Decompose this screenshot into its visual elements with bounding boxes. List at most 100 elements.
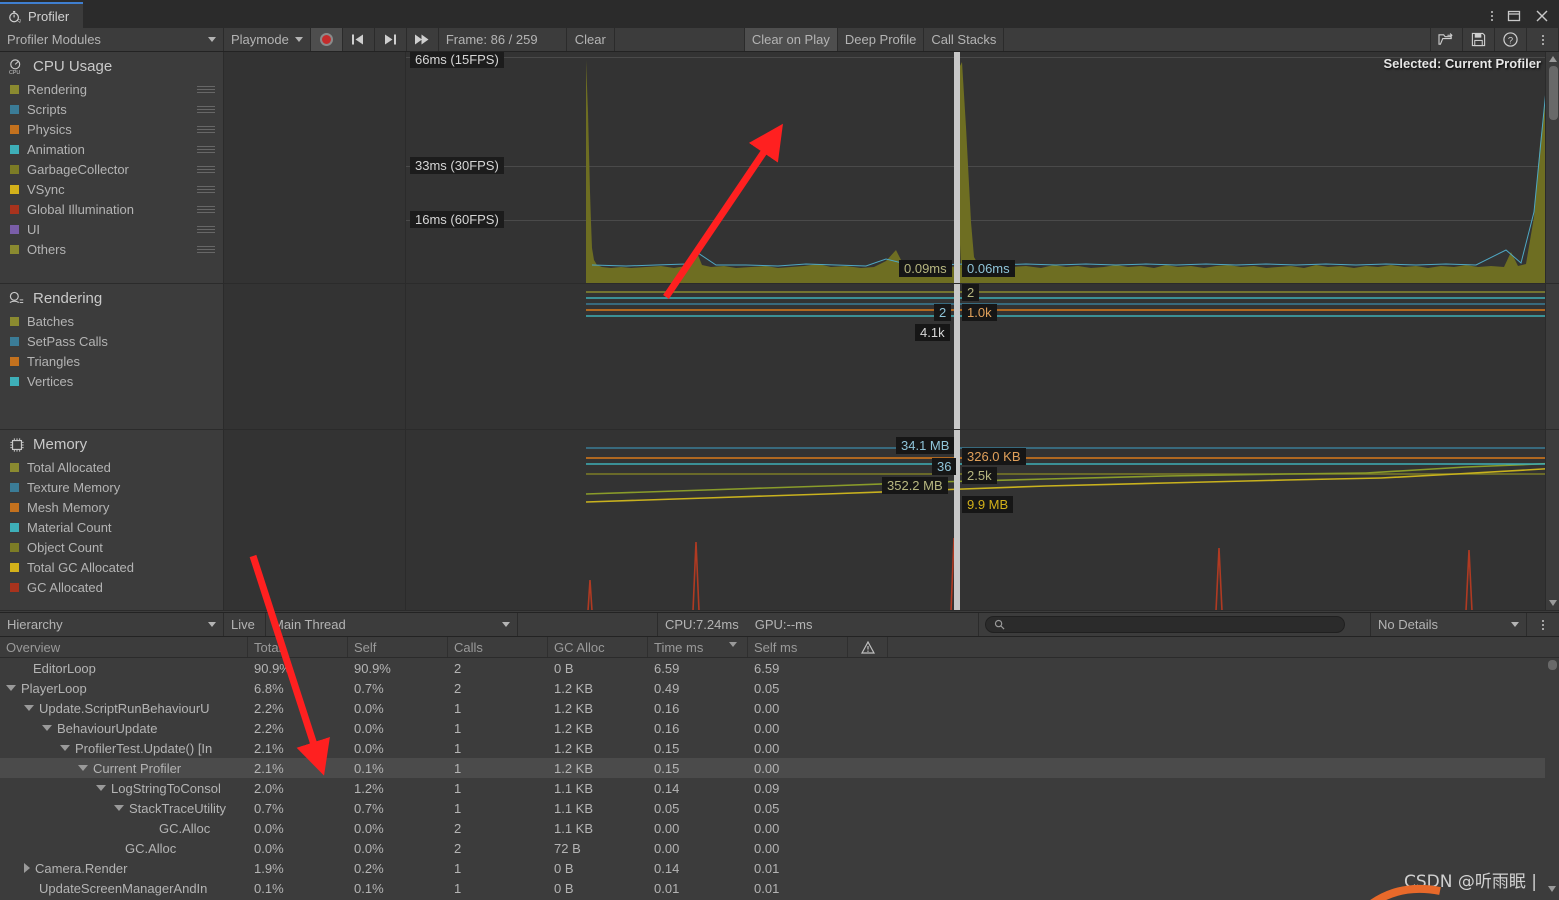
rendering-chart[interactable]: 2 2 1.0k 4.1k <box>406 284 1559 429</box>
load-profile-button[interactable] <box>1431 28 1463 51</box>
scroll-down-icon[interactable] <box>1549 600 1557 606</box>
row-name-cell[interactable]: GC.Alloc <box>0 821 248 836</box>
close-icon[interactable] <box>1535 9 1549 23</box>
row-name-cell[interactable]: PlayerLoop <box>0 681 248 696</box>
playmode-dropdown[interactable]: Playmode <box>224 28 311 51</box>
record-button[interactable] <box>310 28 343 51</box>
frame-playhead[interactable] <box>954 52 960 283</box>
charts-vertical-scrollbar-bottom[interactable] <box>1545 430 1559 610</box>
counter-garbagecollector[interactable]: GarbageCollector <box>0 159 223 179</box>
table-row[interactable]: LogStringToConsol 2.0% 1.2% 1 1.1 KB 0.1… <box>0 778 1559 798</box>
details-options-button[interactable] <box>1527 613 1559 636</box>
deep-profile-toggle[interactable]: Deep Profile <box>838 28 925 51</box>
counter-mesh-memory[interactable]: Mesh Memory <box>0 497 223 517</box>
table-row[interactable]: Update.ScriptRunBehaviourU 2.2% 0.0% 1 1… <box>0 698 1559 718</box>
table-row[interactable]: EditorLoop 90.9% 90.9% 2 0 B 6.59 6.59 <box>0 658 1559 678</box>
drag-handle-icon[interactable] <box>197 105 215 114</box>
scroll-down-icon[interactable] <box>1548 886 1556 892</box>
table-row[interactable]: UpdateScreenManagerAndIn 0.1% 0.1% 1 0 B… <box>0 878 1559 898</box>
row-name-cell[interactable]: LogStringToConsol <box>0 781 248 796</box>
frame-playhead[interactable] <box>954 284 960 429</box>
row-name-cell[interactable]: GC.Alloc <box>0 841 248 856</box>
last-frame-button[interactable] <box>407 28 439 51</box>
table-row[interactable]: GC.Alloc 0.0% 0.0% 2 1.1 KB 0.00 0.00 <box>0 818 1559 838</box>
scrollbar-thumb[interactable] <box>1549 66 1558 120</box>
table-row[interactable]: ProfilerTest.Update() [In 2.1% 0.0% 1 1.… <box>0 738 1559 758</box>
scroll-up-icon[interactable] <box>1549 56 1557 62</box>
drag-handle-icon[interactable] <box>197 225 215 234</box>
rendering-header[interactable]: Rendering <box>0 288 223 311</box>
table-row[interactable]: Camera.Render 1.9% 0.2% 1 0 B 0.14 0.01 <box>0 858 1559 878</box>
counter-physics[interactable]: Physics <box>0 119 223 139</box>
expand-toggle[interactable] <box>78 765 88 771</box>
details-mode-dropdown[interactable]: No Details <box>1371 613 1527 636</box>
call-stacks-toggle[interactable]: Call Stacks <box>924 28 1005 51</box>
counter-object-count[interactable]: Object Count <box>0 537 223 557</box>
counter-global-illumination[interactable]: Global Illumination <box>0 199 223 219</box>
table-row[interactable]: PlayerLoop 6.8% 0.7% 2 1.2 KB 0.49 0.05 <box>0 678 1559 698</box>
expand-toggle[interactable] <box>114 805 124 811</box>
memory-chart[interactable]: 34.1 MB 326.0 KB 36 2.5k 352.2 MB 9.9 MB <box>406 430 1559 610</box>
drag-handle-icon[interactable] <box>197 205 215 214</box>
row-name-cell[interactable]: EditorLoop <box>0 661 248 676</box>
column-header-total[interactable]: Total <box>248 637 348 657</box>
table-row-selected[interactable]: Current Profiler 2.1% 0.1% 1 1.2 KB 0.15… <box>0 758 1559 778</box>
column-header-overview[interactable]: Overview <box>0 637 248 657</box>
table-row[interactable]: StackTraceUtility 0.7% 0.7% 1 1.1 KB 0.0… <box>0 798 1559 818</box>
counter-material-count[interactable]: Material Count <box>0 517 223 537</box>
row-name-cell[interactable]: Update.ScriptRunBehaviourU <box>0 701 248 716</box>
search-input[interactable] <box>1010 617 1336 632</box>
counter-rendering[interactable]: Rendering <box>0 79 223 99</box>
row-name-cell[interactable]: StackTraceUtility <box>0 801 248 816</box>
drag-handle-icon[interactable] <box>197 145 215 154</box>
drag-handle-icon[interactable] <box>197 185 215 194</box>
frame-playhead[interactable] <box>954 430 960 610</box>
counter-setpass-calls[interactable]: SetPass Calls <box>0 331 223 351</box>
drag-handle-icon[interactable] <box>197 245 215 254</box>
row-name-cell[interactable]: Camera.Render <box>0 861 248 876</box>
counter-texture-memory[interactable]: Texture Memory <box>0 477 223 497</box>
toolbar-options-button[interactable] <box>1527 28 1559 51</box>
row-name-cell[interactable]: ProfilerTest.Update() [In <box>0 741 248 756</box>
table-row[interactable]: BehaviourUpdate 2.2% 0.0% 1 1.2 KB 0.16 … <box>0 718 1559 738</box>
cpu-usage-header[interactable]: CPU CPU Usage <box>0 56 223 79</box>
drag-handle-icon[interactable] <box>197 85 215 94</box>
table-row[interactable]: GC.Alloc 0.0% 0.0% 2 72 B 0.00 0.00 <box>0 838 1559 858</box>
profiler-modules-dropdown[interactable]: Profiler Modules <box>0 28 224 51</box>
tab-profiler[interactable]: Q Profiler <box>0 2 84 28</box>
column-header-gc-alloc[interactable]: GC Alloc <box>548 637 648 657</box>
column-header-warnings[interactable] <box>848 637 888 657</box>
expand-toggle[interactable] <box>24 863 30 873</box>
column-header-calls[interactable]: Calls <box>448 637 548 657</box>
counter-total-allocated[interactable]: Total Allocated <box>0 457 223 477</box>
counter-batches[interactable]: Batches <box>0 311 223 331</box>
counter-gc-allocated[interactable]: GC Allocated <box>0 577 223 597</box>
counter-vertices[interactable]: Vertices <box>0 371 223 391</box>
counter-vsync[interactable]: VSync <box>0 179 223 199</box>
clear-button[interactable]: Clear <box>567 28 615 51</box>
expand-toggle[interactable] <box>96 785 106 791</box>
prev-frame-button[interactable] <box>343 28 375 51</box>
clear-on-play-toggle[interactable]: Clear on Play <box>744 28 838 51</box>
row-name-cell[interactable]: Current Profiler <box>0 761 248 776</box>
thread-dropdown[interactable]: Main Thread <box>266 613 518 636</box>
hierarchy-vertical-scrollbar[interactable] <box>1545 658 1559 900</box>
drag-handle-icon[interactable] <box>197 125 215 134</box>
save-profile-button[interactable] <box>1463 28 1495 51</box>
counter-ui[interactable]: UI <box>0 219 223 239</box>
counter-triangles[interactable]: Triangles <box>0 351 223 371</box>
row-name-cell[interactable]: UpdateScreenManagerAndIn <box>0 881 248 896</box>
maximize-icon[interactable] <box>1507 9 1521 23</box>
row-name-cell[interactable]: BehaviourUpdate <box>0 721 248 736</box>
help-button[interactable]: ? <box>1495 28 1527 51</box>
memory-header[interactable]: Memory <box>0 434 223 457</box>
column-header-self-ms[interactable]: Self ms <box>748 637 848 657</box>
view-mode-dropdown[interactable]: Hierarchy <box>0 613 224 636</box>
window-menu-icon[interactable] <box>1491 11 1493 21</box>
drag-handle-icon[interactable] <box>197 165 215 174</box>
column-header-self[interactable]: Self <box>348 637 448 657</box>
expand-toggle[interactable] <box>24 705 34 711</box>
charts-vertical-scrollbar[interactable] <box>1545 52 1559 283</box>
scrollbar-thumb[interactable] <box>1548 660 1557 670</box>
cpu-usage-chart[interactable]: 66ms (15FPS) 33ms (30FPS) 16ms (60FPS) S… <box>406 52 1559 283</box>
